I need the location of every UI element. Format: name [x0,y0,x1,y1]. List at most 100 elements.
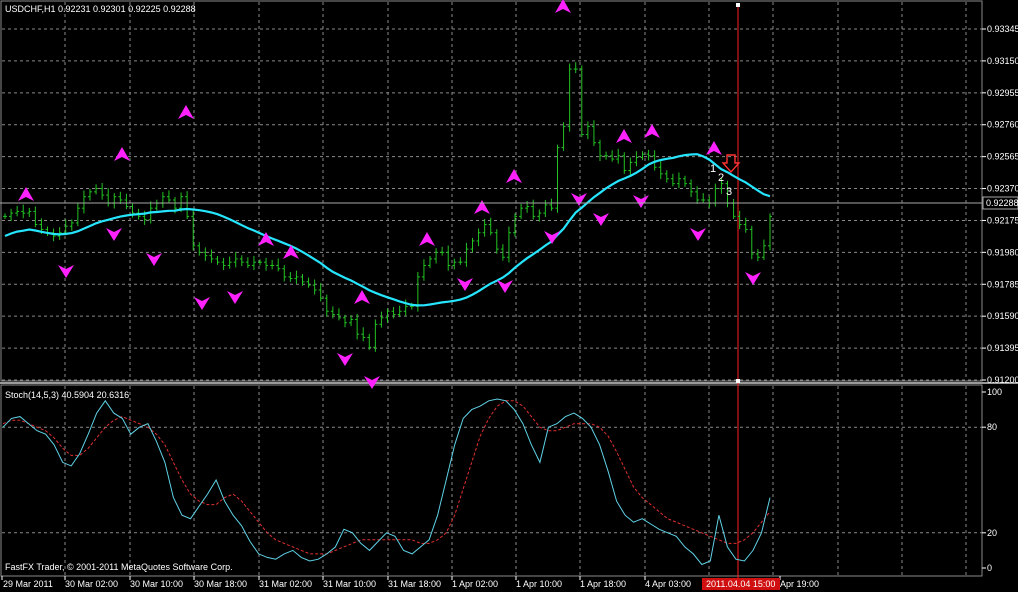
time-axis-label: 4 Apr 03:00 [645,579,691,589]
ohlc-bar [336,308,341,321]
ohlc-bar [264,257,269,271]
sell-signal-arrow-icon [721,154,741,174]
ohlc-bar [664,170,669,183]
ohlc-bar [27,207,32,218]
ohlc-bar [373,319,378,352]
ohlc-bar [519,203,524,219]
ohlc-bar [598,139,602,162]
fractal-down-arrow-icon [58,265,74,278]
ohlc-bar [670,173,675,187]
ohlc-bar [15,205,20,217]
chart-canvas[interactable]: 0.93345 0.93150 0.92955 0.92760 0.92565 0.923… [0,0,1018,592]
price-axis-label: 0.91785 [987,279,1018,289]
fractal-down-arrow-icon [544,231,560,244]
stochastic-header: Stoch(14,5,3) 40.5904 20.6316 [5,390,129,400]
ohlc-bar [646,149,651,161]
fractal-down-arrow-icon [337,353,353,366]
ohlc-bar [288,272,293,282]
ohlc-bar [33,206,38,228]
time-axis-label: 30 Mar 02:00 [65,579,118,589]
ohlc-bar [45,226,50,236]
ohlc-bar [768,213,772,251]
ohlc-bar [683,175,687,187]
stochastic-main-line [2,398,771,566]
ohlc-bar [81,190,86,214]
ohlc-bar [355,313,360,340]
ohlc-bar [276,258,281,272]
ohlc-bar [251,255,256,271]
ohlc-bar [318,283,323,302]
main-chart-header: USDCHF,H1 0.92231 0.92301 0.92225 0.9228… [5,4,196,14]
ohlc-bar [100,182,105,200]
signal-number-1: 1 [710,163,716,175]
price-axis-label: 0.92955 [987,88,1018,98]
fractal-down-arrow-icon [106,228,122,241]
signal-number-2: 2 [718,172,724,184]
ohlc-bar [349,315,354,326]
ohlc-bar [452,258,457,270]
ohlc-bar [537,209,542,222]
ohlc-bar [160,191,165,208]
ohlc-bar [227,256,232,269]
ohlc-bar [567,63,572,132]
ohlc-bar [106,188,111,207]
price-axis-label: 0.93150 [987,56,1018,66]
fractal-up-arrow-icon [616,129,632,143]
ohlc-bar [367,333,372,350]
stoch-axis-label: 80 [987,422,997,432]
ohlc-bar [428,255,432,269]
fractal-up-arrow-icon [114,147,130,161]
ohlc-bar [312,279,317,295]
ohlc-bar [154,199,159,211]
ohlc-bar [124,193,129,210]
ohlc-bar [549,198,554,211]
fractal-down-arrow-icon [227,291,243,304]
fractal-up-arrow-icon [474,200,490,214]
ohlc-bar [731,199,736,219]
ohlc-bar [118,191,123,204]
ohlc-bar [294,270,299,284]
ohlc-bar [391,307,396,319]
ohlc-bar [761,239,766,260]
time-axis-label: 1 Apr 02:00 [452,579,498,589]
ohlc-bar [245,257,250,269]
ohlc-bar [458,257,463,265]
ohlc-bar [701,193,706,203]
stoch-axis-label: 20 [987,528,997,538]
price-axis-label: 0.92175 [987,215,1018,225]
fractal-down-arrow-icon [194,297,210,310]
fractal-up-arrow-icon [555,0,571,13]
ohlc-bar [88,188,92,201]
fractal-up-arrow-icon [706,141,722,155]
time-axis-label: 1 Apr 10:00 [516,579,562,589]
ohlc-bar [476,228,481,247]
time-axis-label: 31 Mar 18:00 [388,579,441,589]
fractal-up-arrow-icon [419,232,435,246]
cursor-line-handle-top[interactable] [736,3,740,7]
trading-chart-window: 0.93345 0.93150 0.92955 0.92760 0.92565 0.923… [0,0,1018,592]
ohlc-bar [209,249,214,263]
ohlc-bar [628,157,633,176]
ohlc-bar [640,151,645,161]
ohlc-bar [361,327,366,342]
ohlc-bar [324,294,329,317]
stoch-axis-label: 0 [987,563,992,573]
fractal-down-arrow-icon [146,253,162,266]
ohlc-bar [75,203,80,227]
time-axis-label: 1 Apr 18:00 [580,579,626,589]
price-axis-label: 0.91980 [987,247,1018,257]
ohlc-bar [470,237,475,253]
cursor-line-handle-bottom[interactable] [736,379,740,383]
time-axis-label: Apr 19:00 [780,579,819,589]
ohlc-bar [421,259,426,281]
ohlc-bar [561,122,566,151]
price-axis-label: 0.91590 [987,311,1018,321]
ohlc-bar [591,120,596,146]
ohlc-bar [197,242,202,256]
fractal-down-arrow-icon [593,213,609,226]
signal-number-3: 3 [726,186,732,198]
price-axis-label: 0.91395 [987,343,1018,353]
ohlc-bar [676,172,681,189]
ohlc-bar [434,248,439,264]
ohlc-bar [270,259,275,270]
